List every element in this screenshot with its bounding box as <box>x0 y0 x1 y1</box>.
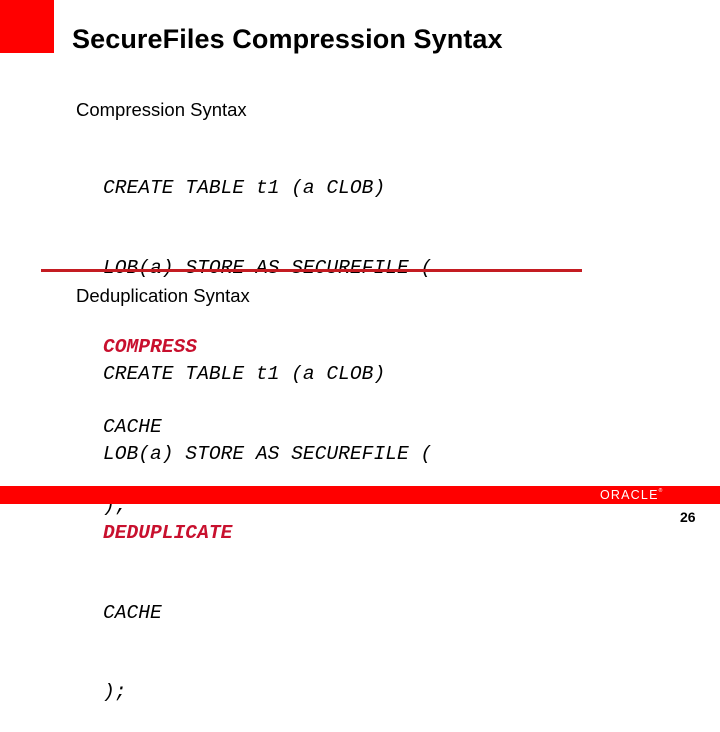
oracle-logo: ORACLE® <box>600 488 662 502</box>
section-heading-deduplication: Deduplication Syntax <box>76 285 250 306</box>
code-line: LOB(a) STORE AS SECUREFILE ( <box>103 256 433 279</box>
section-heading-compression: Compression Syntax <box>76 99 247 120</box>
code-block-deduplication: CREATE TABLE t1 (a CLOB) LOB(a) STORE AS… <box>103 308 432 732</box>
registered-mark-icon: ® <box>658 488 663 494</box>
code-line: CREATE TABLE t1 (a CLOB) <box>103 177 386 199</box>
code-line: LOB(a) STORE AS SECUREFILE ( <box>103 442 433 465</box>
slide-title: SecureFiles Compression Syntax <box>72 24 503 54</box>
logo-text: ORACLE <box>600 488 659 502</box>
code-line: CACHE <box>103 601 162 624</box>
section-divider <box>41 269 582 272</box>
code-keyword-deduplicate: DEDUPLICATE <box>103 522 233 544</box>
code-line: ); <box>103 681 127 703</box>
page-number: 26 <box>680 509 696 525</box>
code-line: CREATE TABLE t1 (a CLOB) <box>103 363 386 385</box>
corner-accent-square <box>0 0 54 53</box>
